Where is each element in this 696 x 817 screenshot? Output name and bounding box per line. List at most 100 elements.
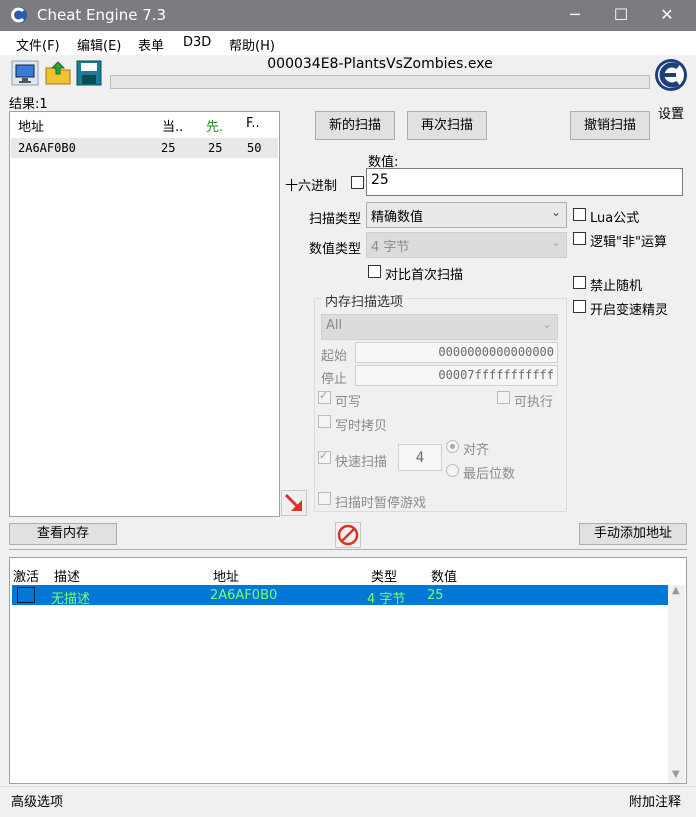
chevron-down-icon: ⌄ bbox=[550, 235, 561, 249]
chevron-down-icon: ⌄ bbox=[550, 205, 561, 219]
stop-address-input[interactable]: 00007fffffffffff bbox=[355, 365, 558, 386]
start-label: 起始 bbox=[321, 349, 348, 364]
scroll-down-icon[interactable]: ▼ bbox=[672, 769, 680, 780]
align-radio[interactable] bbox=[446, 440, 459, 453]
scan-progress-bar bbox=[110, 75, 650, 89]
column-previous[interactable]: 先. bbox=[206, 116, 223, 135]
logical-not-label: 逻辑"非"运算 bbox=[590, 235, 667, 250]
cheat-engine-logo-icon[interactable] bbox=[652, 56, 690, 100]
add-address-label: 手动添加地址 bbox=[593, 526, 672, 541]
no-random-checkbox[interactable] bbox=[573, 276, 586, 289]
row-current: 25 bbox=[161, 141, 176, 155]
logical-not-checkbox[interactable] bbox=[573, 232, 586, 245]
stop-label: 停止 bbox=[321, 372, 348, 387]
lua-formula-label: Lua公式 bbox=[590, 211, 640, 226]
maximize-button[interactable]: ☐ bbox=[598, 2, 644, 28]
column-description[interactable]: 描述 bbox=[54, 566, 80, 585]
lua-formula-checkbox[interactable] bbox=[573, 208, 586, 221]
menu-edit[interactable]: 编辑(E) bbox=[77, 35, 121, 54]
minimize-button[interactable]: ─ bbox=[552, 2, 598, 28]
results-list[interactable]: 地址 当.. 先. F.. 2A6AF0B0 25 25 50 bbox=[9, 111, 280, 517]
row-address: 2A6AF0B0 bbox=[18, 141, 76, 155]
table-comments-link[interactable]: 附加注释 bbox=[629, 791, 681, 810]
compare-first-checkbox[interactable] bbox=[368, 265, 381, 278]
open-process-icon[interactable] bbox=[11, 60, 39, 86]
table-row[interactable]: 2A6AF0B0 25 25 50 bbox=[11, 138, 278, 158]
value-input[interactable]: 25 bbox=[366, 168, 683, 196]
chevron-down-icon: ⌄ bbox=[541, 317, 552, 331]
next-scan-button[interactable]: 再次扫描 bbox=[407, 111, 487, 140]
active-checkbox[interactable] bbox=[17, 587, 35, 603]
found-count: 结果:1 bbox=[9, 97, 48, 112]
copy-on-write-checkbox[interactable] bbox=[318, 415, 331, 428]
start-address-input[interactable]: 0000000000000000 bbox=[355, 342, 558, 363]
no-random-label: 禁止随机 bbox=[590, 279, 643, 294]
value-type-select[interactable]: 4 字节 ⌄ bbox=[366, 232, 567, 258]
row-description: 无描述 bbox=[51, 592, 91, 607]
add-address-button[interactable]: 手动添加地址 bbox=[579, 523, 687, 545]
menu-file[interactable]: 文件(F) bbox=[16, 35, 60, 54]
advanced-options-link[interactable]: 高级选项 bbox=[11, 791, 63, 810]
column-address[interactable]: 地址 bbox=[213, 566, 239, 585]
column-type[interactable]: 类型 bbox=[371, 566, 397, 585]
menu-d3d[interactable]: D3D bbox=[183, 35, 211, 50]
address-list[interactable]: 激活 描述 地址 类型 数值 无描述 2A6AF0B0 4 字节 25 bbox=[9, 557, 687, 784]
new-scan-button[interactable]: 新的扫描 bbox=[315, 111, 395, 140]
column-address[interactable]: 地址 bbox=[18, 116, 44, 135]
column-active[interactable]: 激活 bbox=[13, 566, 39, 585]
view-memory-button[interactable]: 查看内存 bbox=[9, 523, 117, 545]
row-value: 25 bbox=[427, 588, 444, 603]
row-first: 50 bbox=[247, 141, 262, 155]
process-name: 000034E8-PlantsVsZombies.exe bbox=[267, 56, 493, 72]
new-scan-label: 新的扫描 bbox=[328, 118, 381, 133]
fast-scan-label: 快速扫描 bbox=[335, 455, 388, 470]
scan-type-label: 扫描类型 bbox=[309, 212, 362, 227]
hex-label: 十六进制 bbox=[285, 179, 338, 194]
column-value[interactable]: 数值 bbox=[431, 566, 457, 585]
memory-region-value: All bbox=[326, 318, 343, 333]
title-bar: Cheat Engine 7.3 ─ ☐ ✕ bbox=[0, 0, 696, 31]
next-scan-label: 再次扫描 bbox=[420, 118, 473, 133]
scan-type-select[interactable]: 精确数值 ⌄ bbox=[366, 202, 567, 228]
copy-on-write-label: 写时拷贝 bbox=[335, 419, 388, 434]
last-digits-radio[interactable] bbox=[446, 464, 459, 477]
open-file-icon[interactable] bbox=[44, 60, 72, 86]
check-icon: ✓ bbox=[319, 389, 329, 402]
close-button[interactable]: ✕ bbox=[644, 2, 690, 28]
row-type: 4 字节 bbox=[367, 592, 406, 607]
executable-checkbox[interactable] bbox=[497, 391, 510, 404]
speedhack-label: 开启变速精灵 bbox=[590, 303, 669, 318]
settings-label[interactable]: 设置 bbox=[658, 103, 684, 122]
hex-checkbox[interactable] bbox=[351, 176, 364, 189]
copy-to-list-arrow-icon[interactable] bbox=[281, 490, 307, 516]
pause-game-checkbox[interactable] bbox=[318, 492, 331, 505]
menu-table[interactable]: 表单 bbox=[138, 35, 164, 54]
table-row[interactable]: 无描述 2A6AF0B0 4 字节 25 bbox=[12, 585, 669, 607]
memory-region-select[interactable]: All ⌄ bbox=[321, 314, 558, 340]
last-digits-label: 最后位数 bbox=[463, 467, 516, 482]
compare-first-label: 对比首次扫描 bbox=[385, 268, 464, 283]
undo-scan-label: 撤销扫描 bbox=[583, 118, 636, 133]
save-icon[interactable] bbox=[75, 60, 103, 86]
value-type-value: 4 字节 bbox=[371, 240, 410, 255]
stop-icon[interactable] bbox=[335, 522, 361, 548]
vertical-scrollbar[interactable]: ▲ ▼ bbox=[668, 585, 685, 783]
menu-help[interactable]: 帮助(H) bbox=[229, 35, 275, 54]
view-memory-label: 查看内存 bbox=[36, 526, 89, 541]
scan-type-value: 精确数值 bbox=[371, 210, 424, 225]
pause-game-label: 扫描时暂停游戏 bbox=[335, 496, 427, 511]
check-icon: ✓ bbox=[319, 449, 329, 462]
window-title: Cheat Engine 7.3 bbox=[37, 6, 167, 24]
splitter[interactable] bbox=[9, 549, 687, 555]
undo-scan-button[interactable]: 撤销扫描 bbox=[570, 111, 650, 140]
speedhack-checkbox[interactable] bbox=[573, 300, 586, 313]
column-current[interactable]: 当.. bbox=[162, 116, 183, 135]
column-first[interactable]: F.. bbox=[246, 116, 260, 131]
row-address: 2A6AF0B0 bbox=[210, 588, 278, 603]
fast-scan-input[interactable]: 4 bbox=[398, 444, 442, 471]
executable-label: 可执行 bbox=[514, 395, 554, 410]
scroll-up-icon[interactable]: ▲ bbox=[672, 585, 680, 596]
writable-label: 可写 bbox=[335, 395, 362, 410]
row-previous: 25 bbox=[208, 141, 223, 155]
memory-options-title: 内存扫描选项 bbox=[322, 291, 407, 310]
